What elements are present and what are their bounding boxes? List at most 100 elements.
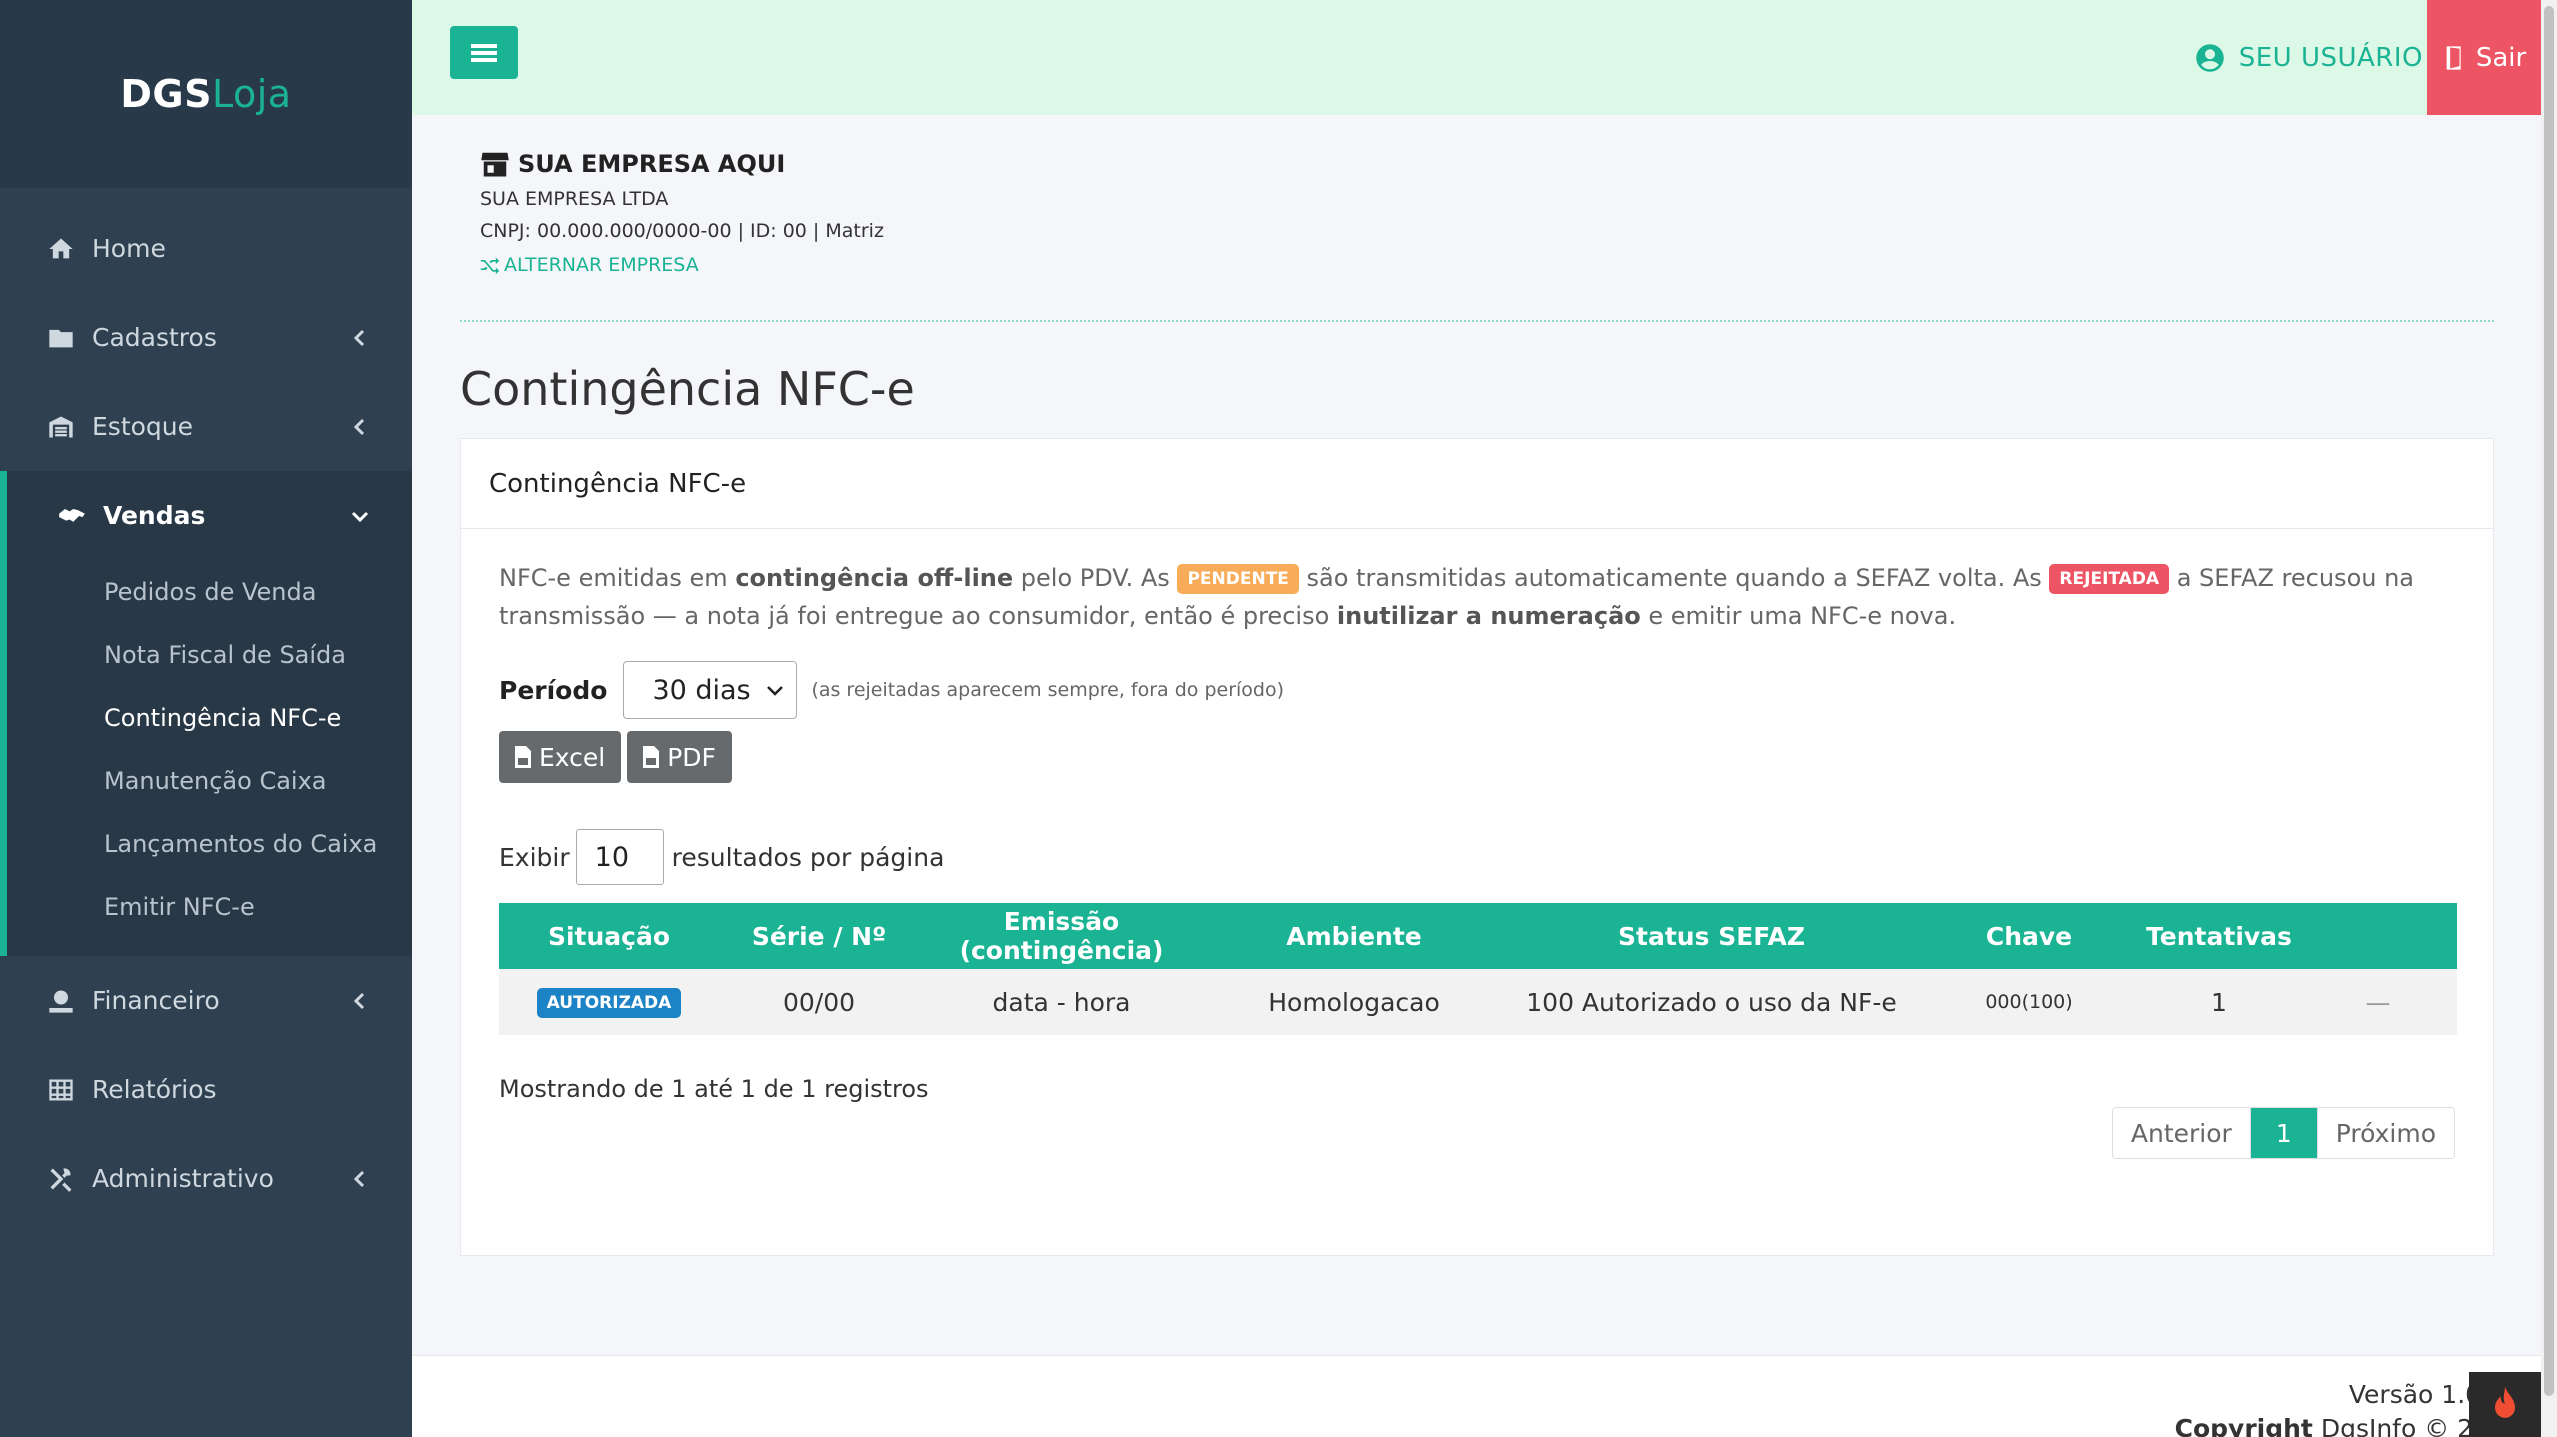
page-length-control: Exibir 10 resultados por página: [499, 829, 2455, 885]
company-name-row: SUA EMPRESA AQUI: [480, 150, 884, 178]
cell-chave: 000(100): [1919, 969, 2139, 1035]
col-status[interactable]: Status SEFAZ: [1504, 903, 1919, 969]
sidebar-item-home[interactable]: Home: [0, 204, 412, 293]
cell-status: 100 Autorizado o uso da NF-e: [1504, 969, 1919, 1035]
export-excel-button[interactable]: Excel: [499, 731, 622, 783]
sidebar-item-financeiro[interactable]: Financeiro: [0, 956, 412, 1045]
period-hint: (as rejeitadas aparecem sempre, fora do …: [811, 679, 1285, 701]
pagination-page-1[interactable]: 1: [2249, 1108, 2317, 1158]
contingency-table: Situação Série / Nº Emissão (contingênci…: [499, 903, 2457, 1035]
sidebar-item-relatorios[interactable]: Relatórios: [0, 1045, 412, 1134]
cell-situacao: AUTORIZADA: [499, 969, 719, 1035]
chevron-down-icon: [348, 504, 372, 528]
section-divider: [460, 320, 2494, 322]
footer-copyright: Copyright DgsInfo © 20: [2175, 1414, 2489, 1437]
pagination: Anterior 1 Próximo: [2111, 1107, 2455, 1159]
switch-company-link[interactable]: ALTERNAR EMPRESA: [480, 254, 884, 276]
col-chave[interactable]: Chave: [1919, 903, 2139, 969]
description: NFC-e emitidas em contingência off-line …: [499, 559, 2455, 635]
export-pdf-label: PDF: [667, 742, 716, 772]
cell-tentativas: 1: [2139, 969, 2299, 1035]
sidebar-item-label: Vendas: [103, 501, 206, 530]
topbar: SEU USUÁRIO Sair: [412, 0, 2541, 115]
warehouse-icon: [44, 410, 78, 444]
switch-company-label: ALTERNAR EMPRESA: [504, 254, 699, 276]
col-situacao[interactable]: Situação: [499, 903, 719, 969]
desc-text: pelo PDV. As: [1013, 564, 1178, 592]
period-filter: Período 30 dias (as rejeitadas aparecem …: [499, 661, 2455, 719]
cell-ambiente: Homologacao: [1204, 969, 1504, 1035]
brand-logo[interactable]: DGS Loja: [0, 0, 412, 188]
chevron-down-icon: [767, 686, 784, 696]
page-length-value: 10: [594, 841, 629, 873]
cell-emissao: data - hora: [919, 969, 1204, 1035]
sidebar-item-vendas[interactable]: Vendas: [7, 471, 412, 560]
sidebar-subitem-lancamentos-do-caixa[interactable]: Lançamentos do Caixa: [7, 812, 412, 875]
page-length-input[interactable]: 10: [575, 829, 664, 885]
col-ambiente[interactable]: Ambiente: [1204, 903, 1504, 969]
sidebar-subitem-nota-fiscal-de-saida[interactable]: Nota Fiscal de Saída: [7, 623, 412, 686]
sidebar-subitem-contingencia-nfce[interactable]: Contingência NFC-e: [7, 686, 412, 749]
card-title: Contingência NFC-e: [461, 439, 2493, 529]
col-emissao[interactable]: Emissão (contingência): [919, 903, 1204, 969]
brand-part2: Loja: [212, 72, 292, 116]
folder-icon: [44, 321, 78, 355]
company-name: SUA EMPRESA AQUI: [518, 150, 786, 178]
company-details: CNPJ: 00.000.000/0000-00 | ID: 00 | Matr…: [480, 220, 884, 242]
col-serie[interactable]: Série / Nº: [719, 903, 919, 969]
sidebar-subitem-manutencao-caixa[interactable]: Manutenção Caixa: [7, 749, 412, 812]
footer-version: Versão 1.0.: [2348, 1380, 2489, 1409]
store-icon: [481, 152, 509, 177]
sidebar-item-estoque[interactable]: Estoque: [0, 382, 412, 471]
desc-bold: contingência off-line: [735, 564, 1014, 592]
file-pdf-icon: [643, 746, 660, 768]
desc-text: NFC-e emitidas em: [499, 564, 736, 592]
door-icon: [2446, 45, 2461, 70]
fire-icon[interactable]: [2469, 1372, 2541, 1437]
sidebar-item-label: Estoque: [92, 412, 194, 441]
sidebar-item-label: Home: [92, 234, 166, 263]
export-buttons: Excel PDF: [499, 731, 2455, 783]
pending-badge: PENDENTE: [1177, 564, 1299, 594]
sidebar-item-cadastros[interactable]: Cadastros: [0, 293, 412, 382]
export-pdf-button[interactable]: PDF: [627, 731, 732, 783]
sidebar-item-label: Financeiro: [92, 986, 220, 1015]
scrollbar-thumb[interactable]: [2544, 6, 2554, 1396]
show-prefix: Exibir: [499, 842, 570, 872]
desc-text: são transmitidas automaticamente quando …: [1298, 564, 2050, 592]
sidebar-item-administrativo[interactable]: Administrativo: [0, 1134, 412, 1223]
desc-text: e emitir uma NFC-e nova.: [1640, 602, 1957, 630]
user-circle-icon: [2195, 43, 2224, 72]
chevron-left-icon: [348, 989, 372, 1013]
col-tentativas[interactable]: Tentativas: [2139, 903, 2299, 969]
period-select[interactable]: 30 dias: [623, 661, 798, 719]
sidebar-subitem-emitir-nfce[interactable]: Emitir NFC-e: [7, 875, 412, 938]
sidebar-item-label: Relatórios: [92, 1075, 217, 1104]
logout-label: Sair: [2475, 42, 2527, 73]
pagination-previous[interactable]: Anterior: [2112, 1108, 2250, 1158]
handshake-icon: [55, 499, 89, 533]
pagination-next[interactable]: Próximo: [2316, 1108, 2454, 1158]
tools-icon: [44, 1162, 78, 1196]
cell-serie: 00/00: [719, 969, 919, 1035]
chevron-left-icon: [348, 1167, 372, 1191]
table-info: Mostrando de 1 até 1 de 1 registros: [499, 1075, 929, 1103]
money-icon: [44, 984, 78, 1018]
footer: Versão 1.0. Copyright DgsInfo © 20: [412, 1355, 2541, 1437]
user-menu[interactable]: SEU USUÁRIO: [2195, 0, 2423, 115]
hamburger-icon: [471, 43, 497, 62]
chevron-left-icon: [348, 326, 372, 350]
sidebar-nav: Home Cadastros Estoque Vendas Pedidos de…: [0, 188, 412, 1223]
shuffle-icon: [480, 257, 500, 274]
sidebar-subitem-pedidos-de-venda[interactable]: Pedidos de Venda: [7, 560, 412, 623]
company-info: SUA EMPRESA AQUI SUA EMPRESA LTDA CNPJ: …: [480, 150, 884, 276]
menu-toggle-button[interactable]: [450, 26, 518, 79]
chevron-left-icon: [348, 415, 372, 439]
logout-button[interactable]: Sair: [2427, 0, 2541, 115]
card-body: NFC-e emitidas em contingência off-line …: [461, 559, 2493, 1103]
table-header-row: Situação Série / Nº Emissão (contingênci…: [499, 903, 2457, 969]
table-icon: [44, 1073, 78, 1107]
status-badge: AUTORIZADA: [536, 987, 682, 1018]
show-suffix: resultados por página: [671, 842, 945, 872]
page-scrollbar[interactable]: [2541, 0, 2557, 1437]
